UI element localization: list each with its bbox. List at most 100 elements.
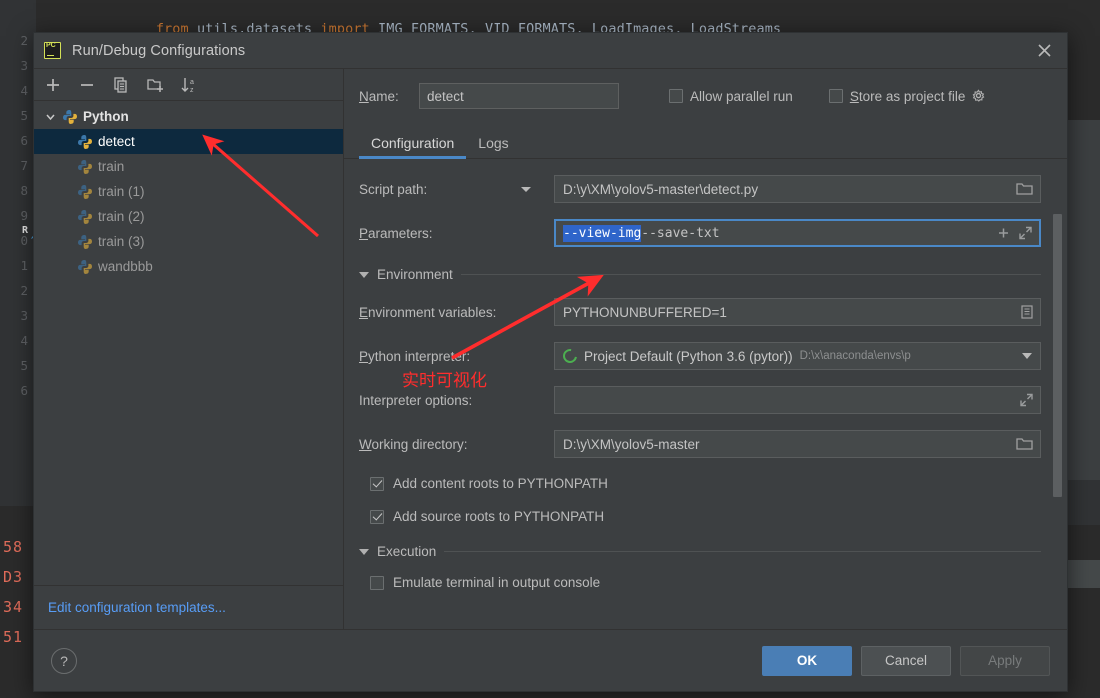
checkbox-box [370, 575, 384, 590]
store-as-project-file-checkbox[interactable]: Store as project file [828, 88, 966, 104]
emulate-terminal-label: Emulate terminal in output console [393, 575, 601, 590]
expand-icon[interactable] [1020, 393, 1033, 407]
line-number: 1 [20, 258, 28, 273]
name-row: Name: Allow parallel run Store as projec… [344, 69, 1067, 119]
allow-parallel-run-checkbox[interactable]: Allow parallel run [669, 89, 793, 104]
browse-folder-icon[interactable] [1016, 437, 1033, 451]
tree-node-wandbbb[interactable]: wandbbb [34, 254, 343, 279]
tree-node-detect[interactable]: detect [34, 129, 343, 154]
console-value: D3 [3, 568, 24, 586]
add-source-roots-checkbox[interactable]: Add source roots to PYTHONPATH [359, 509, 1041, 524]
configuration-form-panel: Name: Allow parallel run Store as projec… [344, 69, 1067, 629]
configuration-tabs[interactable]: Configuration Logs [344, 128, 1067, 159]
gear-icon[interactable] [971, 88, 986, 104]
line-number: 3 [20, 308, 28, 323]
execution-section-header[interactable]: Execution [359, 544, 1041, 559]
working-directory-label: Working directory: [359, 436, 468, 452]
chevron-down-icon[interactable] [359, 271, 369, 278]
bg-tool-strip-2 [1068, 560, 1100, 588]
execution-section-label: Execution [377, 544, 437, 559]
python-icon [77, 184, 93, 200]
tree-node-python-root[interactable]: Python [34, 104, 343, 129]
add-content-roots-checkbox[interactable]: Add content roots to PYTHONPATH [359, 476, 1041, 491]
chevron-down-icon[interactable] [1022, 353, 1032, 359]
line-number: 8 [20, 183, 28, 198]
browse-folder-icon[interactable] [1016, 182, 1033, 196]
environment-variables-input[interactable]: PYTHONUNBUFFERED=1 [554, 298, 1041, 326]
console-value: 34 [3, 598, 24, 616]
sort-az-icon[interactable]: a z [180, 76, 198, 94]
form-scrollbar-thumb[interactable] [1053, 214, 1062, 497]
checkbox-box [828, 89, 843, 103]
edit-variables-icon[interactable] [1021, 305, 1033, 319]
environment-variables-value: PYTHONUNBUFFERED=1 [563, 304, 727, 320]
interpreter-options-label: Interpreter options: [359, 392, 473, 408]
cancel-button[interactable]: Cancel [861, 645, 951, 676]
emulate-terminal-checkbox[interactable]: Emulate terminal in output console [359, 575, 1041, 590]
python-env-icon [560, 346, 580, 366]
add-content-roots-label: Add content roots to PYTHONPATH [393, 476, 608, 491]
copy-icon[interactable] [112, 76, 130, 94]
minus-icon[interactable] [78, 76, 96, 94]
tab-logs[interactable]: Logs [466, 135, 520, 158]
script-path-row: Script path: D:\y\XM\yolov5-master\detec… [359, 175, 1041, 203]
python-interpreter-dropdown[interactable]: Project Default (Python 3.6 (pytor)) D:\… [554, 342, 1041, 370]
tree-node-label: wandbbb [98, 259, 153, 274]
left-panel-footer: Edit configuration templates... [34, 585, 343, 629]
configurations-toolbar: a z [34, 69, 343, 101]
python-icon [77, 234, 93, 250]
working-directory-input[interactable]: D:\y\XM\yolov5-master [554, 430, 1041, 458]
checkbox-box [370, 509, 384, 524]
run-gutter-marker[interactable]: R [22, 225, 28, 236]
chevron-down-icon[interactable] [359, 548, 369, 555]
dialog-body: a z Python detect train train (1) train … [34, 69, 1067, 629]
help-button[interactable]: ? [51, 647, 77, 674]
configurations-tree[interactable]: Python detect train train (1) train (2) … [34, 101, 343, 585]
store-as-project-file-label: Store as project file [849, 88, 966, 104]
svg-text:a: a [190, 79, 194, 86]
tree-node-train-1[interactable]: train (1) [34, 179, 343, 204]
script-path-input[interactable]: D:\y\XM\yolov5-master\detect.py [554, 175, 1041, 203]
plus-icon[interactable] [44, 76, 62, 94]
configurations-panel: a z Python detect train train (1) train … [34, 69, 344, 629]
tree-node-train-2[interactable]: train (2) [34, 204, 343, 229]
tab-configuration[interactable]: Configuration [359, 135, 467, 159]
line-number: 4 [20, 333, 28, 348]
python-icon [62, 109, 78, 125]
environment-section-header[interactable]: Environment [359, 267, 1041, 282]
parameters-selected-token: --view-img [563, 224, 642, 242]
chevron-down-icon[interactable] [44, 110, 57, 123]
line-number: 6 [20, 383, 28, 398]
tree-node-label: train (3) [98, 234, 145, 249]
working-directory-row: Working directory: D:\y\XM\yolov5-master [359, 430, 1041, 458]
console-value: 58 [3, 538, 24, 556]
edit-configuration-templates-link[interactable]: Edit configuration templates... [48, 600, 226, 615]
tree-node-train-3[interactable]: train (3) [34, 229, 343, 254]
line-number: 5 [20, 358, 28, 373]
close-icon[interactable] [1021, 33, 1067, 69]
tree-node-label: detect [98, 134, 135, 149]
ok-button[interactable]: OK [762, 645, 852, 676]
python-icon [77, 159, 93, 175]
line-number: 5 [20, 108, 28, 123]
parameters-input[interactable]: --view-img --save-txt [554, 219, 1041, 247]
tree-node-train[interactable]: train [34, 154, 343, 179]
apply-button[interactable]: Apply [960, 645, 1050, 676]
folder-add-icon[interactable] [146, 76, 164, 94]
interpreter-options-input[interactable] [554, 386, 1041, 414]
name-input[interactable] [419, 83, 619, 109]
tree-node-label: train (2) [98, 209, 145, 224]
expand-icon[interactable] [1019, 226, 1032, 240]
parameters-rest-value: --save-txt [641, 225, 720, 241]
console-value: 51 [3, 628, 24, 646]
parameters-actions[interactable] [997, 226, 1032, 240]
python-icon [77, 134, 93, 150]
plus-icon[interactable] [997, 227, 1010, 240]
script-path-value: D:\y\XM\yolov5-master\detect.py [563, 181, 759, 197]
environment-variables-row: Environment variables: PYTHONUNBUFFERED=… [359, 298, 1041, 326]
tree-node-label: train (1) [98, 184, 145, 199]
section-divider [460, 274, 1041, 275]
run-debug-configurations-dialog: Run/Debug Configurations [33, 32, 1068, 692]
script-path-mode-dropdown-icon[interactable] [520, 183, 532, 195]
dialog-footer: ? OK Cancel Apply [34, 629, 1067, 691]
